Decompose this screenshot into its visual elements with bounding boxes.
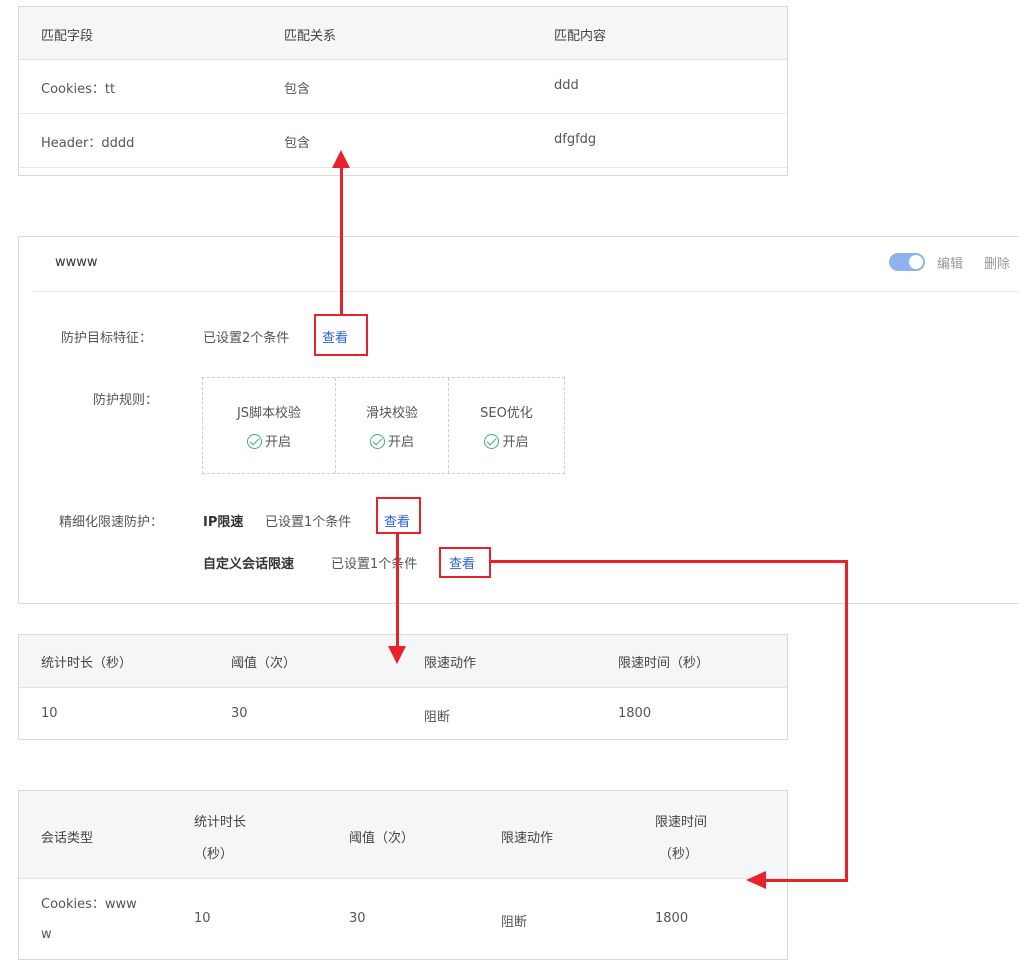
rule-name: SEO优化 <box>480 406 533 421</box>
cell-action: 阻断 <box>424 710 451 725</box>
cell-limit-time: 1800 <box>655 911 689 926</box>
rate-limit-label: 精细化限速防护： <box>59 515 164 530</box>
arrow-up-icon <box>332 150 350 168</box>
check-circle-icon <box>484 434 500 449</box>
protection-rules-label: 防护规则： <box>93 393 159 408</box>
header-threshold: 阈值（次） <box>231 656 297 671</box>
arrow-down-icon <box>388 646 406 664</box>
target-feature-label: 防护目标特征： <box>61 331 153 346</box>
session-rate-table: 会话类型 统计时长 （秒） 阈值（次） 限速动作 限速时间 （秒） Cookie… <box>18 790 788 960</box>
edit-button[interactable]: 编辑 <box>937 253 963 272</box>
header-session-type: 会话类型 <box>41 831 94 846</box>
rule-name: 滑块校验 <box>365 406 418 421</box>
rule-title: wwww <box>55 255 98 270</box>
header-limit-time: 限速时间（秒） <box>618 656 710 671</box>
check-circle-icon <box>369 434 385 449</box>
cell-relation: 包含 <box>284 82 311 97</box>
cell-relation: 包含 <box>284 136 311 151</box>
enable-toggle[interactable] <box>889 253 925 271</box>
protection-rules-grid: JS脚本校验 开启 滑块校验 开启 SEO优化 开启 <box>202 377 565 474</box>
table-row: Cookies：tt 包含 ddd <box>19 60 787 114</box>
rule-card: wwww 编辑 删除 防护目标特征： 已设置2个条件 查看 防护规则： JS脚本… <box>18 236 1019 604</box>
cell-content: dfgfdg <box>554 132 597 147</box>
rule-seo: SEO优化 开启 <box>449 378 564 473</box>
header-action: 限速动作 <box>501 831 554 846</box>
header-match-relation: 匹配关系 <box>284 29 337 44</box>
table-row: Header：dddd 包含 dfgfdg <box>19 114 787 168</box>
cell-threshold: 30 <box>231 706 248 721</box>
annotation-line <box>765 879 848 882</box>
session-rate-name: 自定义会话限速 <box>203 557 295 572</box>
arrow-left-icon <box>746 871 766 889</box>
cell-field: Header：dddd <box>41 136 135 151</box>
header-action: 限速动作 <box>424 656 477 671</box>
cell-session-type-line1: Cookies：www <box>41 897 137 912</box>
highlight-ip-view <box>376 497 421 534</box>
rule-status: 开启 <box>449 431 564 450</box>
table-row: Cookies：www w 10 30 阻断 1800 <box>19 879 787 959</box>
feature-condition-table: 匹配字段 匹配关系 匹配内容 Cookies：tt 包含 ddd Header：… <box>18 6 788 176</box>
cell-limit-time: 1800 <box>618 706 652 721</box>
highlight-session-view <box>439 547 491 578</box>
header-duration-line2: （秒） <box>194 847 234 862</box>
header-match-content: 匹配内容 <box>554 29 607 44</box>
cell-duration: 10 <box>194 911 211 926</box>
header-duration-line1: 统计时长 <box>194 815 247 830</box>
session-rate-value: 已设置1个条件 <box>331 557 418 572</box>
rule-name: JS脚本校验 <box>236 406 302 421</box>
highlight-target-view <box>314 314 368 356</box>
target-feature-value: 已设置2个条件 <box>203 331 290 346</box>
annotation-line <box>491 560 848 563</box>
cell-session-type-line2: w <box>41 927 52 942</box>
annotation-line <box>340 166 343 314</box>
rule-js-check: JS脚本校验 开启 <box>203 378 336 473</box>
rule-card-header: wwww 编辑 删除 <box>33 237 1019 292</box>
header-match-field: 匹配字段 <box>41 29 94 44</box>
annotation-line <box>845 560 848 882</box>
delete-button[interactable]: 删除 <box>984 253 1010 272</box>
rule-status: 开启 <box>336 431 448 450</box>
header-duration: 统计时长（秒） <box>41 656 133 671</box>
rule-slider-check: 滑块校验 开启 <box>336 378 449 473</box>
ip-rate-name: IP限速 <box>203 515 244 530</box>
cell-threshold: 30 <box>349 911 366 926</box>
check-circle-icon <box>246 434 262 449</box>
table-row: 10 30 阻断 1800 <box>19 688 787 740</box>
header-threshold: 阈值（次） <box>349 831 415 846</box>
header-limit-line2: （秒） <box>659 847 699 862</box>
annotation-line <box>396 534 399 646</box>
cell-content: ddd <box>554 78 579 93</box>
table-header: 会话类型 统计时长 （秒） 阈值（次） 限速动作 限速时间 （秒） <box>19 791 787 879</box>
rule-status: 开启 <box>203 431 335 450</box>
header-limit-line1: 限速时间 <box>655 815 708 830</box>
table-header: 匹配字段 匹配关系 匹配内容 <box>19 7 787 60</box>
cell-action: 阻断 <box>501 915 528 930</box>
cell-duration: 10 <box>41 706 58 721</box>
ip-rate-value: 已设置1个条件 <box>265 515 352 530</box>
cell-field: Cookies：tt <box>41 82 116 97</box>
